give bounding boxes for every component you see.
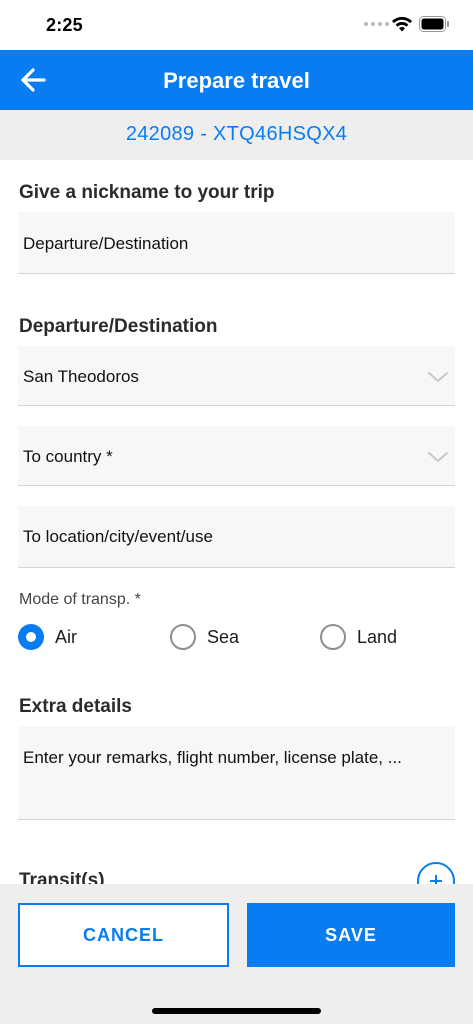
radio-label-air: Air bbox=[55, 626, 77, 647]
radio-unselected-icon bbox=[170, 624, 196, 650]
extra-details-title: Extra details bbox=[19, 696, 132, 717]
radio-option-land[interactable]: Land bbox=[320, 623, 397, 651]
add-transit-button[interactable] bbox=[417, 862, 455, 884]
nickname-section-title: Give a nickname to your trip bbox=[19, 182, 275, 203]
travel-form: Give a nickname to your trip Departure/D… bbox=[0, 160, 473, 884]
to-location-placeholder: To location/city/event/use bbox=[23, 527, 213, 546]
nickname-value: Departure/Destination bbox=[23, 234, 189, 253]
status-time: 2:25 bbox=[46, 15, 83, 35]
radio-label-sea: Sea bbox=[207, 626, 240, 647]
back-button[interactable] bbox=[14, 62, 52, 98]
arrow-left-icon bbox=[21, 68, 46, 92]
chevron-down-icon bbox=[428, 452, 448, 462]
wifi-icon bbox=[392, 16, 412, 32]
from-country-value: San Theodoros bbox=[23, 367, 139, 386]
page-title: Prepare travel bbox=[163, 68, 310, 93]
from-country-select[interactable]: San Theodoros bbox=[18, 346, 455, 406]
transit-section-title: Transit(s) bbox=[19, 870, 105, 884]
radio-option-sea[interactable]: Sea bbox=[170, 623, 239, 651]
trip-id-bar: 242089 - XTQ46HSQX4 bbox=[0, 110, 473, 160]
radio-option-air[interactable]: Air bbox=[18, 623, 77, 651]
mode-of-transport-label: Mode of transp. * bbox=[19, 591, 141, 608]
extra-details-textarea[interactable]: Enter your remarks, flight number, licen… bbox=[18, 726, 455, 820]
trip-id: 242089 - XTQ46HSQX4 bbox=[125, 123, 348, 145]
departure-section-title: Departure/Destination bbox=[19, 316, 218, 337]
radio-label-land: Land bbox=[357, 626, 398, 647]
to-country-placeholder: To country * bbox=[23, 447, 113, 466]
to-country-select[interactable]: To country * bbox=[18, 426, 455, 486]
footer-actions: CANCEL SAVE bbox=[0, 884, 473, 1024]
nickname-field[interactable]: Departure/Destination bbox=[18, 212, 455, 274]
status-bar: 2:25 bbox=[0, 0, 473, 50]
app-header: Prepare travel bbox=[0, 50, 473, 110]
to-location-field[interactable]: To location/city/event/use bbox=[18, 506, 455, 568]
cellular-signal-icon bbox=[364, 22, 389, 26]
radio-unselected-icon bbox=[320, 624, 346, 650]
extra-details-placeholder: Enter your remarks, flight number, licen… bbox=[23, 748, 402, 767]
cancel-button[interactable]: CANCEL bbox=[18, 903, 229, 967]
radio-selected-icon bbox=[18, 624, 44, 650]
mode-of-transport-radio-group: Air Sea Land bbox=[18, 623, 455, 653]
battery-icon bbox=[419, 16, 449, 32]
chevron-down-icon bbox=[428, 372, 448, 382]
home-indicator[interactable] bbox=[152, 1008, 321, 1014]
save-button[interactable]: SAVE bbox=[247, 903, 455, 967]
